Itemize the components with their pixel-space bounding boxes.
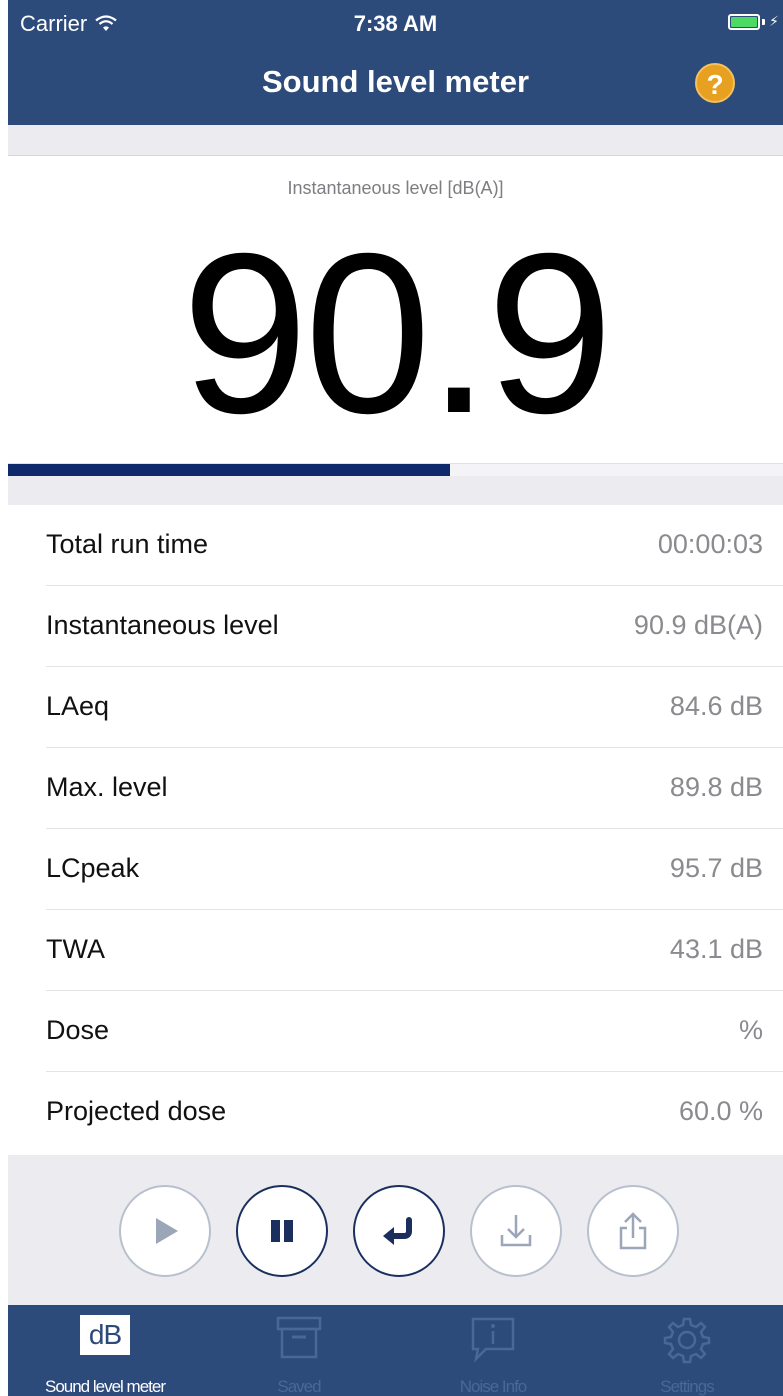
stat-label: LAeq (46, 691, 110, 721)
playback-controls (8, 1155, 783, 1305)
download-icon (500, 1215, 532, 1247)
measurement-list: Total run time 00:00:03 Instantaneous le… (8, 505, 783, 1155)
status-time: 7:38 AM (353, 11, 438, 36)
play-button[interactable] (119, 1185, 211, 1277)
stat-row-dose: Dose % (46, 991, 783, 1072)
page-title: Sound level meter (261, 64, 530, 99)
stat-label: Projected dose (46, 1096, 227, 1126)
stat-row-instantaneous-level: Instantaneous level 90.9 dB(A) (46, 586, 783, 667)
tab-bar: dB Sound level meter Saved Noise Info Se… (8, 1305, 783, 1396)
stat-label: Dose (46, 1015, 110, 1045)
status-bar: Carrier 7:38 AM ⚡ (8, 0, 783, 48)
stat-value: 89.8 dB (669, 772, 763, 802)
share-icon (619, 1212, 647, 1250)
download-button[interactable] (470, 1185, 562, 1277)
level-bar (8, 463, 783, 476)
stat-label: Max. level (46, 772, 168, 802)
stat-row-total-run-time: Total run time 00:00:03 (46, 505, 783, 586)
stat-label: Total run time (46, 529, 209, 559)
help-icon: ? (706, 69, 724, 100)
stat-value: 90.9 dB(A) (633, 610, 763, 640)
tab-label: Saved (277, 1377, 321, 1396)
info-bubble-icon (471, 1317, 515, 1363)
stat-row-twa: TWA 43.1 dB (46, 910, 783, 991)
tab-label: Settings (660, 1377, 714, 1396)
tab-noise-info[interactable]: Noise Info (396, 1305, 590, 1396)
tab-sound-level-meter[interactable]: dB Sound level meter (8, 1305, 202, 1396)
stat-value: 84.6 dB (669, 691, 763, 721)
tab-saved[interactable]: Saved (202, 1305, 396, 1396)
stat-label: LCpeak (46, 853, 140, 883)
help-button[interactable]: ? (695, 63, 735, 103)
left-edge (0, 0, 8, 1396)
reset-button[interactable] (353, 1185, 445, 1277)
gear-icon (663, 1317, 711, 1364)
reset-icon (383, 1217, 412, 1245)
play-icon (156, 1218, 178, 1244)
share-button[interactable] (587, 1185, 679, 1277)
pause-button[interactable] (236, 1185, 328, 1277)
level-bar-fill (8, 464, 450, 476)
archive-box-icon (276, 1316, 322, 1359)
level-display: Instantaneous level [dB(A)] 90.9 (8, 155, 783, 476)
level-readout: 90.9 (181, 207, 614, 461)
stat-row-max-level: Max. level 89.8 dB (46, 748, 783, 829)
tab-label: Noise Info (459, 1377, 528, 1396)
stat-row-laeq: LAeq 84.6 dB (46, 667, 783, 748)
stat-value: % (738, 1015, 763, 1045)
tab-label: Sound level meter (44, 1377, 166, 1396)
pause-icon (271, 1220, 293, 1242)
db-icon: dB (80, 1315, 130, 1355)
tab-settings[interactable]: Settings (590, 1305, 783, 1396)
app-screen: Carrier 7:38 AM ⚡ Sound level meter ? In… (0, 0, 783, 1396)
stat-value: 60.0 % (678, 1096, 763, 1126)
stat-value: 95.7 dB (669, 853, 763, 883)
navigation-header: Carrier 7:38 AM ⚡ Sound level meter ? (8, 0, 783, 125)
stat-row-projected-dose: Projected dose 60.0 % (46, 1072, 783, 1153)
stat-value: 00:00:03 (657, 529, 763, 559)
stat-row-lcpeak: LCpeak 95.7 dB (46, 829, 783, 910)
stat-value: 43.1 dB (669, 934, 763, 964)
battery-icon: ⚡ (728, 13, 779, 30)
stat-label: TWA (46, 934, 105, 964)
level-caption: Instantaneous level [dB(A)] (287, 178, 504, 198)
stat-label: Instantaneous level (46, 610, 279, 640)
